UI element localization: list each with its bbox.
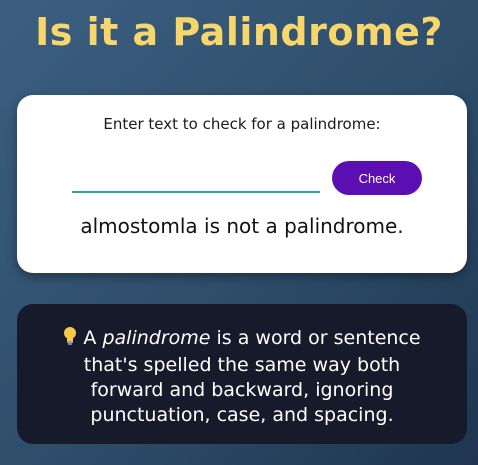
checker-card: Enter text to check for a palindrome: Ch… [17, 95, 467, 273]
info-text: A palindrome is a word or sentence that'… [47, 326, 437, 428]
page-title: Is it a Palindrome? [35, 10, 443, 54]
lightbulb-icon [63, 326, 77, 353]
palindrome-term: palindrome [102, 327, 211, 349]
info-text-before: A [83, 327, 103, 349]
check-button[interactable]: Check [332, 161, 422, 195]
prompt-label: Enter text to check for a palindrome: [103, 115, 381, 133]
info-card: A palindrome is a word or sentence that'… [17, 304, 467, 444]
text-input[interactable] [72, 167, 320, 193]
result-text: almostomla is not a palindrome. [80, 214, 404, 238]
